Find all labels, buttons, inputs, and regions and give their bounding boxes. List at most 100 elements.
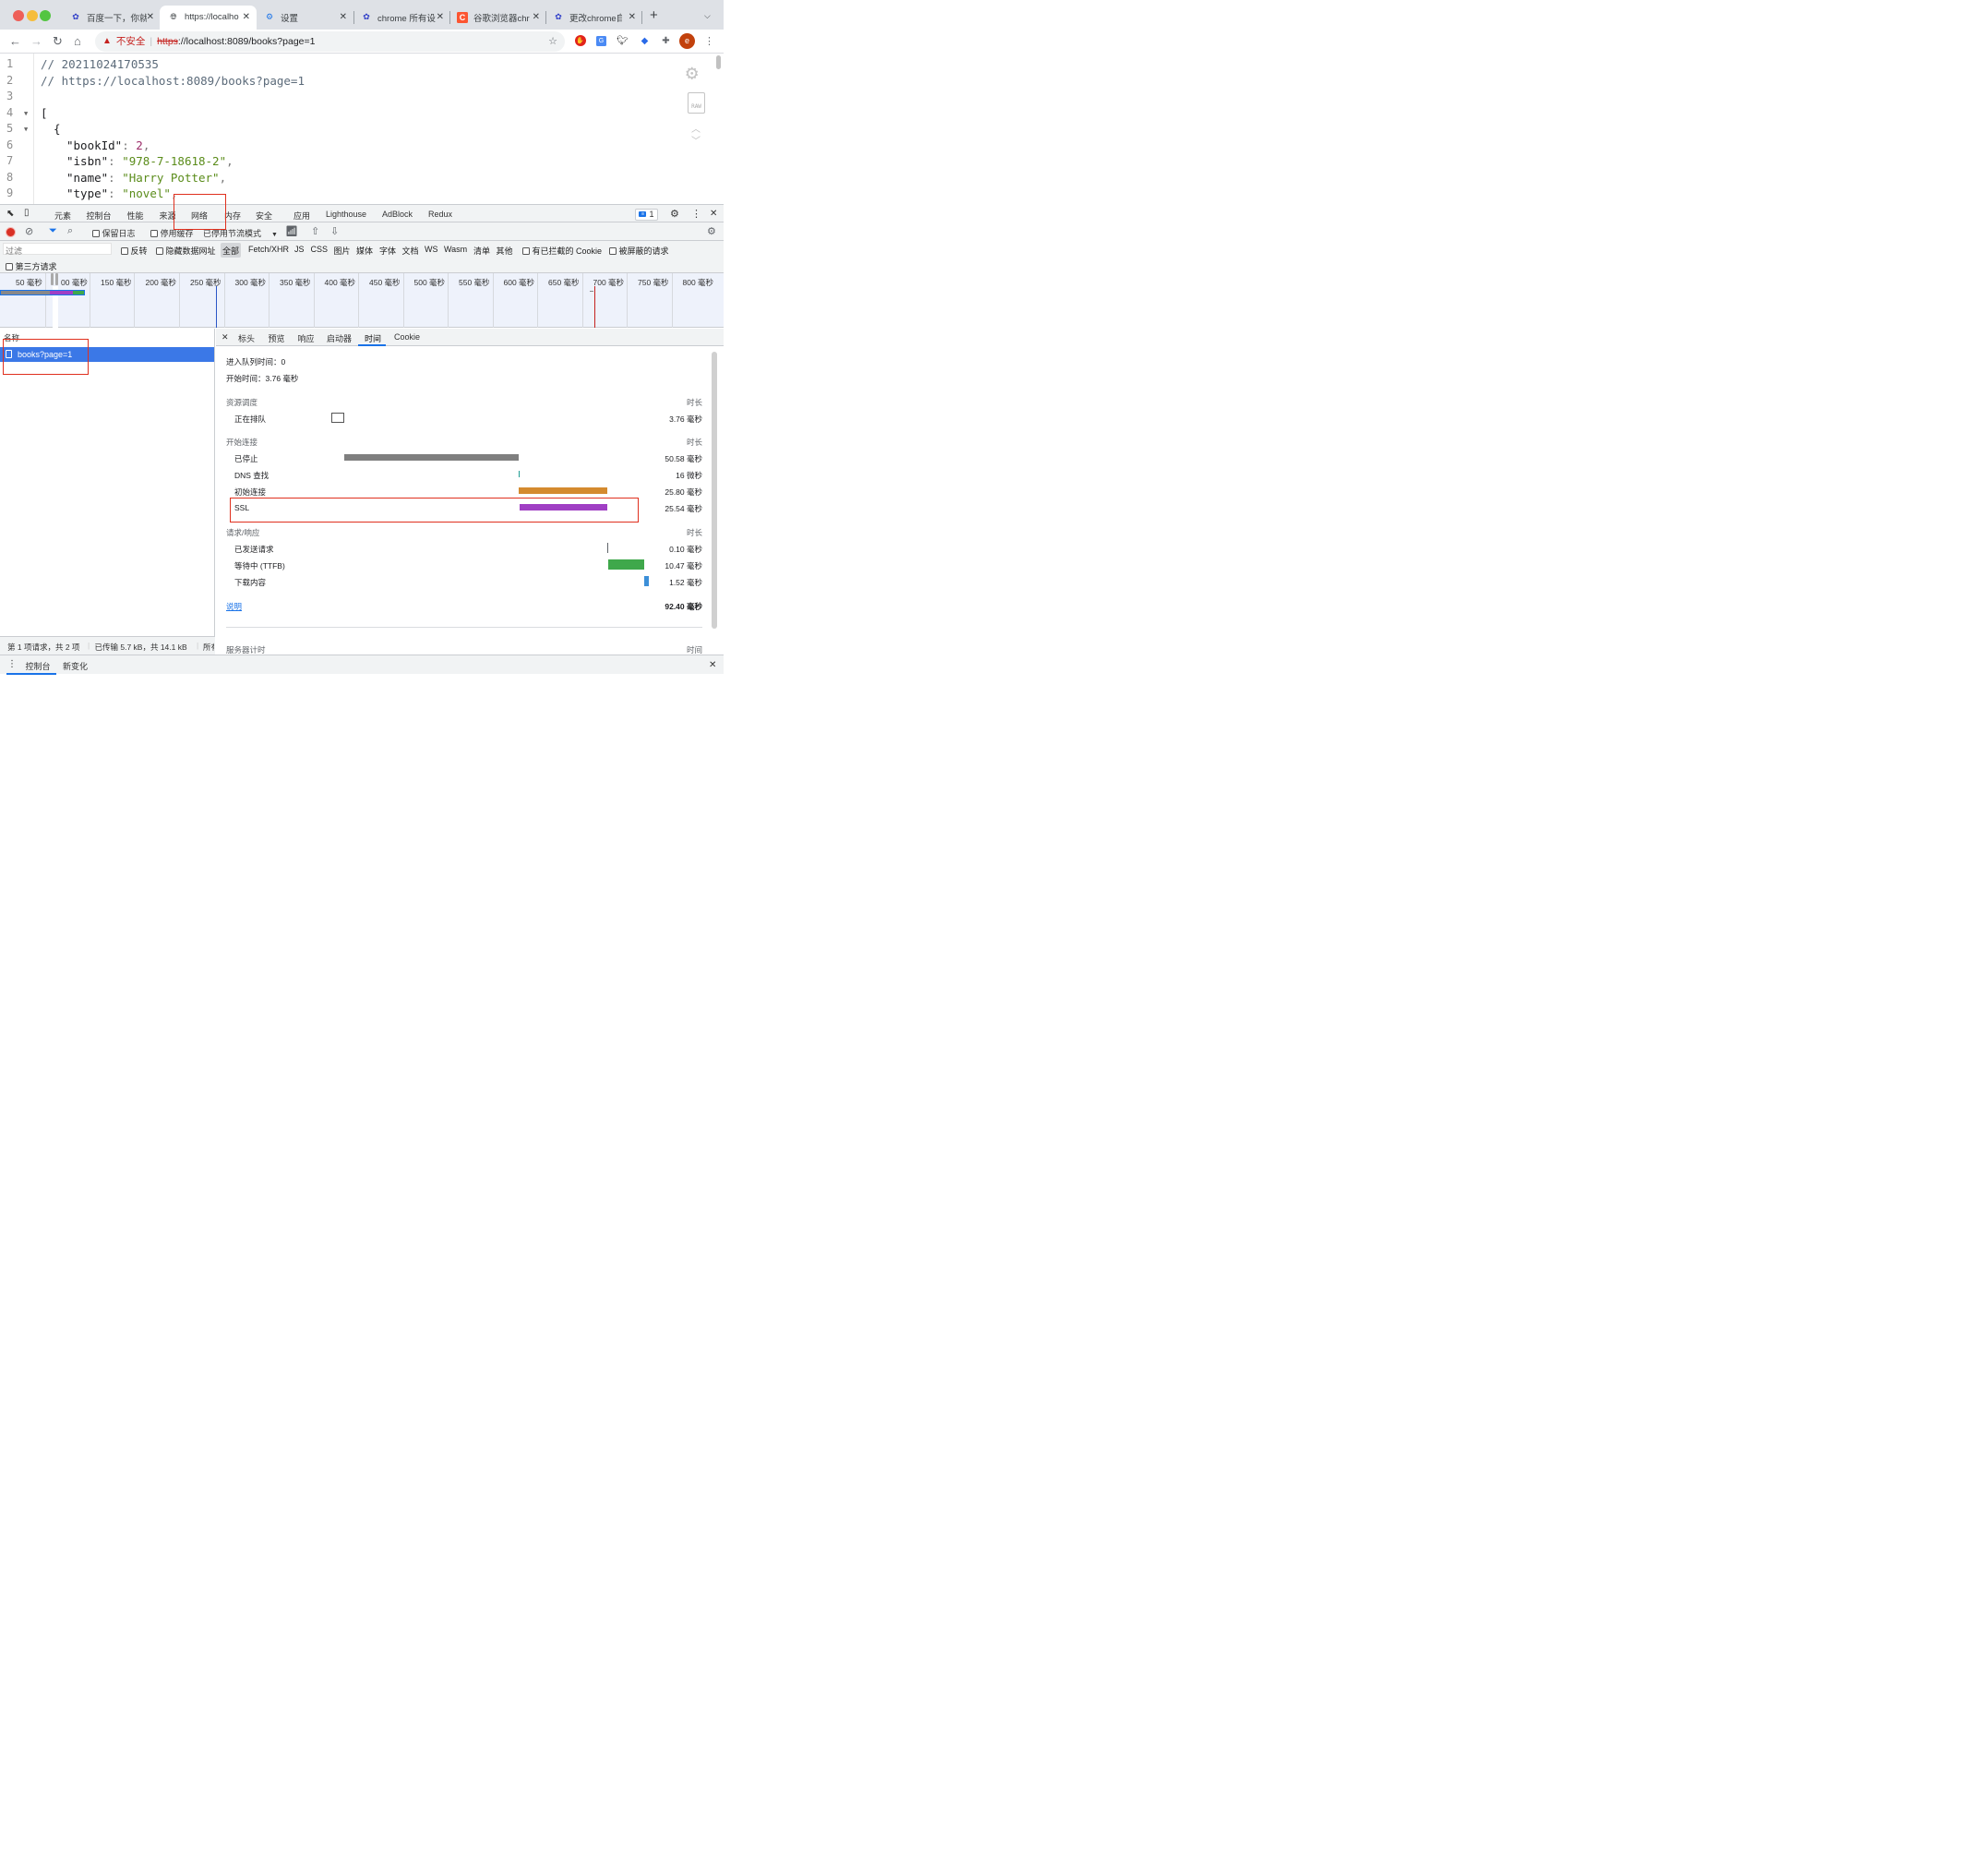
reload-icon[interactable]: ↻ <box>53 34 63 49</box>
profile-avatar[interactable]: e <box>679 32 695 49</box>
devtools-tab[interactable]: Lighthouse <box>326 210 366 219</box>
tab-strip: ✿ 百度一下，你就 ✕ 🌐︎ https://localho ✕ ⚙ 设置 ✕ … <box>0 0 724 30</box>
filter-type[interactable]: 媒体 <box>356 245 373 257</box>
google-translate-icon[interactable]: G <box>593 33 609 49</box>
filter-type[interactable]: Fetch/XHR <box>248 245 289 254</box>
network-toolbar: ⊘ ⏷ ⌕ 保留日志 停用缓存 已停用节流模式 ▼ 📶︎ ⇧ ⇩ ⚙ <box>0 222 724 241</box>
filter-type[interactable]: 其他 <box>497 245 513 257</box>
filter-type[interactable]: 清单 <box>473 245 490 257</box>
filter-type[interactable]: JS <box>294 245 305 254</box>
export-har-download-icon[interactable]: ⇩ <box>330 225 339 237</box>
filter-type[interactable]: Wasm <box>444 245 467 254</box>
filter-type[interactable]: WS <box>425 245 438 254</box>
browser-tab[interactable]: C 谷歌浏览器chr ✕ <box>457 6 540 30</box>
bird-extension-icon[interactable]: 🐦︎ <box>615 33 630 49</box>
drawer-tab-whats-new[interactable]: 新变化 <box>63 660 88 672</box>
code-scrollbar[interactable] <box>716 55 721 69</box>
filter-type[interactable]: 图片 <box>334 245 351 257</box>
home-icon[interactable]: ⌂ <box>74 34 81 48</box>
raw-file-icon[interactable]: RAW <box>688 92 705 114</box>
devtools-tab[interactable]: AdBlock <box>382 210 413 219</box>
filter-type[interactable]: 字体 <box>379 245 396 257</box>
browser-menu-icon[interactable]: ⋮ <box>701 33 717 49</box>
devtools-tab[interactable]: 元素 <box>54 210 71 222</box>
forward-arrow-icon[interactable]: → <box>30 34 42 48</box>
invert-checkbox[interactable]: 反转 <box>121 245 148 257</box>
inspect-element-icon[interactable]: ⬉ <box>6 209 14 219</box>
hide-data-urls-checkbox[interactable]: 隐藏数据网址 <box>156 245 216 257</box>
search-icon[interactable]: ⌕ <box>67 225 73 237</box>
device-toolbar-icon[interactable]: ▯ <box>24 208 30 218</box>
grid-line <box>223 273 224 328</box>
network-conditions-wifi-icon[interactable]: 📶︎ <box>285 225 298 237</box>
extensions-puzzle-icon[interactable]: ✚ <box>658 33 674 49</box>
blocked-requests-checkbox[interactable]: 被屏蔽的请求 <box>609 245 669 257</box>
devtools-tab[interactable]: 控制台 <box>87 210 112 222</box>
import-har-upload-icon[interactable]: ⇧ <box>311 225 319 237</box>
close-tab-icon[interactable]: ✕ <box>243 12 250 22</box>
detail-tab[interactable]: Cookie <box>394 332 420 342</box>
close-window-button[interactable] <box>13 10 24 21</box>
bookmark-star-icon[interactable]: ☆ <box>548 35 557 47</box>
minimize-window-button[interactable] <box>26 10 38 21</box>
detail-tab[interactable]: 标头 <box>238 332 255 344</box>
detail-tab-timing[interactable]: 时间 <box>365 332 381 344</box>
close-tab-icon[interactable]: ✕ <box>533 12 540 22</box>
scroll-down-chevron-icon[interactable]: ﹀ <box>691 133 701 147</box>
baidu-paw-icon: ✿ <box>363 12 370 22</box>
devtools-tab[interactable]: 安全 <box>256 210 272 222</box>
hide-data-urls-label: 隐藏数据网址 <box>165 246 216 256</box>
overview-window-left-handle[interactable] <box>51 273 54 285</box>
back-arrow-icon[interactable]: ← <box>9 34 21 48</box>
browser-tab[interactable]: ⚙ 设置 ✕ <box>264 6 347 30</box>
detail-tab[interactable]: 启动器 <box>327 332 352 344</box>
drawer-close-icon[interactable]: ✕ <box>709 660 716 670</box>
close-tab-icon[interactable]: ✕ <box>629 12 636 22</box>
browser-tab[interactable]: ✿ chrome 所有设 ✕ <box>361 6 444 30</box>
close-tab-icon[interactable]: ✕ <box>340 12 347 22</box>
address-bar[interactable]: ▲ 不安全 | https ://localhost:8089/books?pa… <box>95 30 565 52</box>
devtools-settings-gear-icon[interactable]: ⚙ <box>670 208 679 220</box>
detail-tab[interactable]: 响应 <box>298 332 315 344</box>
graduation-cap-icon[interactable]: ◆ <box>637 33 653 49</box>
filter-type-all[interactable]: 全部 <box>221 243 242 258</box>
close-tab-icon[interactable]: ✕ <box>147 12 154 22</box>
browser-tab[interactable]: ✿ 更改chrome自 ✕ <box>553 6 636 30</box>
fold-arrow-icon[interactable]: ▼ <box>24 126 28 133</box>
devtools-tab[interactable]: 内存 <box>224 210 241 222</box>
security-label[interactable]: 不安全 <box>116 34 146 48</box>
network-overview[interactable]: 50 毫秒 00 毫秒 150 毫秒 200 毫秒 250 毫秒 300 毫秒 … <box>0 273 724 328</box>
blocked-cookies-checkbox[interactable]: 有已拦截的 Cookie <box>522 245 602 257</box>
devtools-tab[interactable]: 应用 <box>293 210 310 222</box>
clear-icon[interactable]: ⊘ <box>25 225 33 237</box>
fold-arrow-icon[interactable]: ▼ <box>24 110 28 117</box>
preserve-log-checkbox[interactable]: 保留日志 <box>92 227 136 239</box>
explanation-link[interactable]: 说明 <box>226 601 242 612</box>
network-settings-gear-icon[interactable]: ⚙ <box>707 225 716 237</box>
filter-funnel-icon[interactable]: ⏷ <box>49 225 57 237</box>
close-tab-icon[interactable]: ✕ <box>437 12 444 22</box>
filter-type[interactable]: 文档 <box>402 245 419 257</box>
filter-type[interactable]: CSS <box>311 245 329 254</box>
new-tab-button[interactable]: + <box>650 7 658 23</box>
drawer-menu-icon[interactable]: ⋮ <box>7 659 17 669</box>
tab-search-chevron-icon[interactable]: ⌵ <box>704 11 711 21</box>
browser-tab-active[interactable]: 🌐︎ https://localho ✕ <box>160 6 257 30</box>
detail-tab[interactable]: 预览 <box>269 332 285 344</box>
zoom-window-button[interactable] <box>40 10 51 21</box>
overview-window-right-handle[interactable] <box>55 273 58 285</box>
filter-input[interactable]: 过滤 <box>3 243 112 256</box>
close-details-icon[interactable]: ✕ <box>222 332 229 342</box>
viewer-settings-gear-icon[interactable]: ⚙ <box>686 62 698 85</box>
devtools-tab[interactable]: Redux <box>428 210 452 219</box>
devtools-more-icon[interactable]: ⋮ <box>691 208 701 220</box>
third-party-checkbox[interactable]: 第三方请求 <box>6 260 57 272</box>
devtools-close-icon[interactable]: ✕ <box>710 209 717 219</box>
browser-tab[interactable]: ✿ 百度一下，你就 ✕ <box>70 6 154 30</box>
issues-badge[interactable]: ≡ 1 <box>635 208 658 221</box>
record-icon[interactable] <box>6 226 16 237</box>
devtools-tab[interactable]: 性能 <box>127 210 144 222</box>
adblock-stop-icon[interactable]: ✋ <box>572 33 588 49</box>
drawer-tab-console[interactable]: 控制台 <box>26 660 51 672</box>
details-scrollbar[interactable] <box>712 351 717 629</box>
